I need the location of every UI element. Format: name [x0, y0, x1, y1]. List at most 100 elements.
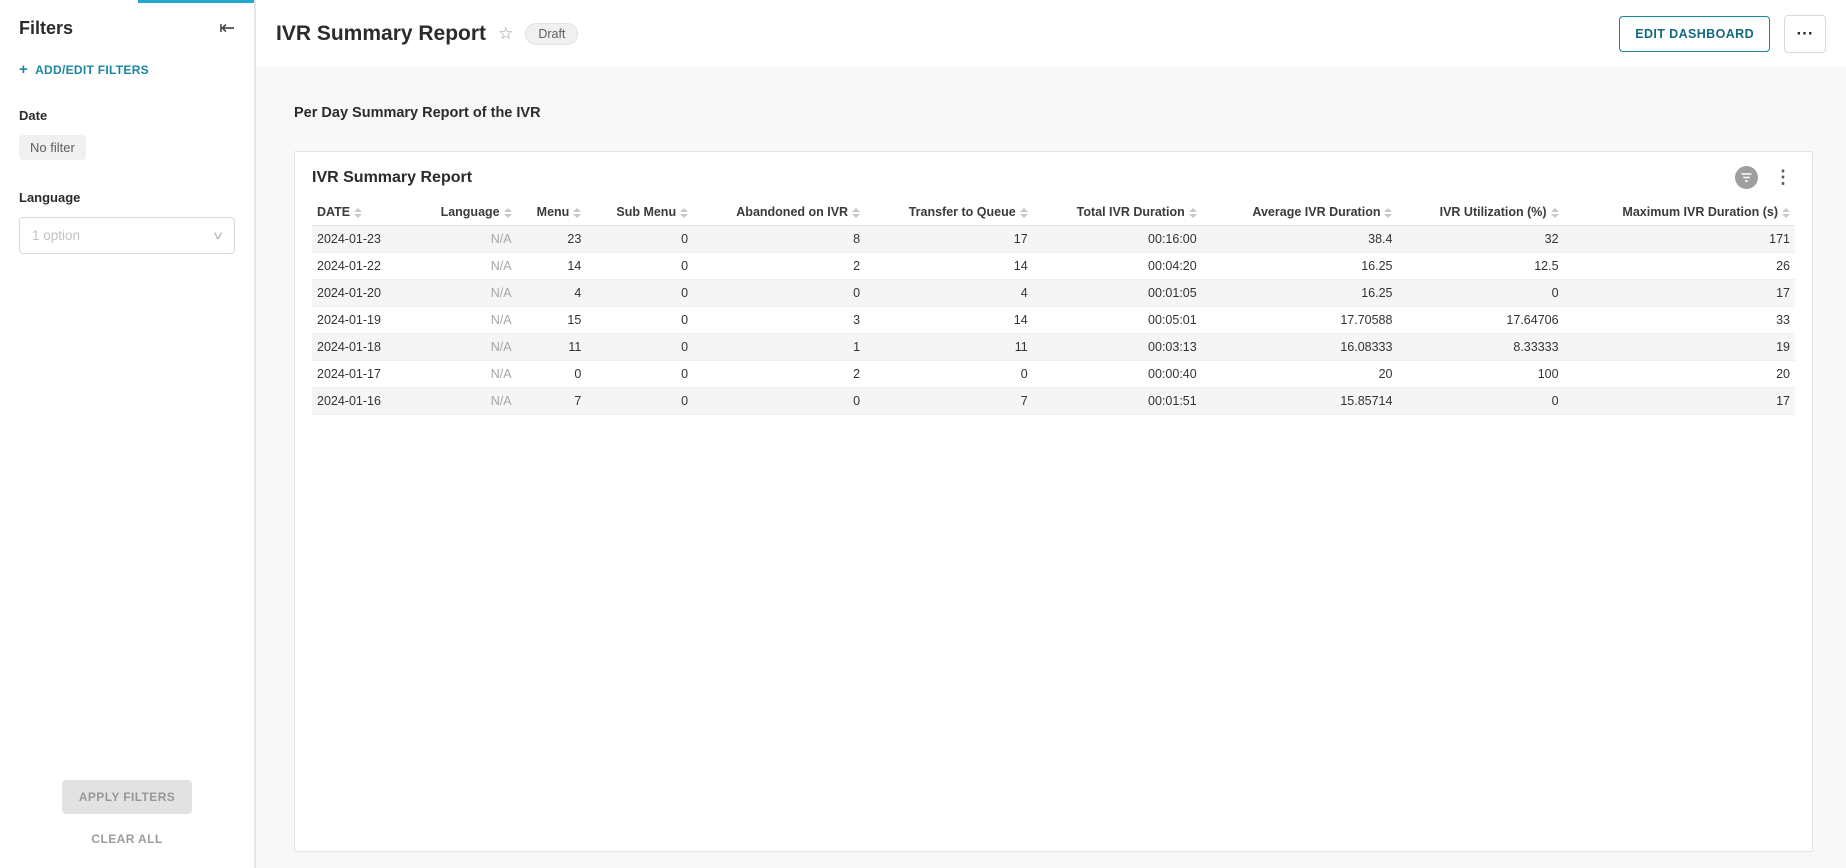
table-cell: 2024-01-19 — [312, 307, 432, 334]
filters-sidebar: Filters ⇤ + ADD/EDIT FILTERS Date No fil… — [0, 0, 256, 868]
table-cell: 17 — [1564, 388, 1795, 415]
dashboard-content: Per Day Summary Report of the IVR IVR Su… — [256, 67, 1846, 868]
collapse-sidebar-icon[interactable]: ⇤ — [219, 19, 235, 38]
table-cell: 33 — [1564, 307, 1795, 334]
table-cell: 19 — [1564, 334, 1795, 361]
page-title: IVR Summary Report — [276, 22, 486, 46]
table-cell: 0 — [586, 280, 693, 307]
table-cell: 23 — [517, 226, 587, 253]
table-cell: 11 — [865, 334, 1033, 361]
sort-icon[interactable] — [1189, 208, 1197, 218]
sort-icon[interactable] — [1551, 208, 1559, 218]
table-cell: 00:01:05 — [1033, 280, 1202, 307]
table-cell: 15 — [517, 307, 587, 334]
sort-icon[interactable] — [504, 208, 512, 218]
table-cell: 171 — [1564, 226, 1795, 253]
table-cell: 00:04:20 — [1033, 253, 1202, 280]
table-cell: 38.4 — [1202, 226, 1398, 253]
column-header[interactable]: DATE — [312, 199, 432, 226]
table-cell: 8 — [693, 226, 865, 253]
table-cell: 0 — [586, 388, 693, 415]
table-cell: 12.5 — [1397, 253, 1563, 280]
sidebar-accent-bar — [138, 0, 254, 3]
table-cell: 0 — [517, 361, 587, 388]
table-cell: 15.85714 — [1202, 388, 1398, 415]
table-row: 2024-01-20N/A400400:01:0516.25017 — [312, 280, 1795, 307]
table-row: 2024-01-18N/A11011100:03:1316.083338.333… — [312, 334, 1795, 361]
column-header[interactable]: Abandoned on IVR — [693, 199, 865, 226]
plus-icon: + — [19, 61, 28, 78]
table-cell: 2024-01-22 — [312, 253, 432, 280]
table-cell: 14 — [865, 253, 1033, 280]
more-options-button[interactable]: ··· — [1784, 15, 1826, 53]
table-cell: 1 — [693, 334, 865, 361]
table-cell: 0 — [693, 280, 865, 307]
table-cell: 00:00:40 — [1033, 361, 1202, 388]
cross-filter-icon[interactable] — [1735, 166, 1758, 189]
table-row: 2024-01-22N/A14021400:04:2016.2512.526 — [312, 253, 1795, 280]
table-cell: 3 — [693, 307, 865, 334]
table-cell: 16.25 — [1202, 253, 1398, 280]
add-edit-filters-button[interactable]: + ADD/EDIT FILTERS — [19, 61, 235, 78]
table-cell: N/A — [432, 361, 517, 388]
table-header-row: DATELanguageMenuSub MenuAbandoned on IVR… — [312, 199, 1795, 226]
favorite-star-icon[interactable]: ☆ — [498, 24, 513, 44]
table-row: 2024-01-23N/A23081700:16:0038.432171 — [312, 226, 1795, 253]
column-header[interactable]: Total IVR Duration — [1033, 199, 1202, 226]
table-row: 2024-01-19N/A15031400:05:0117.7058817.64… — [312, 307, 1795, 334]
table-cell: N/A — [432, 334, 517, 361]
table-cell: 2024-01-23 — [312, 226, 432, 253]
table-cell: N/A — [432, 226, 517, 253]
chart-menu-icon[interactable]: ⋮ — [1771, 167, 1795, 188]
table-cell: N/A — [432, 253, 517, 280]
main-area: IVR Summary Report ☆ Draft EDIT DASHBOAR… — [256, 0, 1846, 868]
table-cell: 0 — [586, 226, 693, 253]
chart-card: IVR Summary Report ⋮ DATELanguageMenuSub… — [294, 151, 1813, 852]
language-select-value: 1 option — [32, 228, 80, 243]
column-header[interactable]: Language — [432, 199, 517, 226]
column-header[interactable]: Maximum IVR Duration (s) — [1564, 199, 1795, 226]
table-cell: 00:03:13 — [1033, 334, 1202, 361]
table-cell: 2 — [693, 253, 865, 280]
sort-icon[interactable] — [354, 208, 362, 218]
table-cell: 0 — [586, 361, 693, 388]
clear-all-button[interactable]: CLEAR ALL — [0, 832, 254, 846]
table-body: 2024-01-23N/A23081700:16:0038.4321712024… — [312, 226, 1795, 415]
table-cell: 16.08333 — [1202, 334, 1398, 361]
filter-label-language: Language — [19, 190, 235, 205]
table-cell: 0 — [1397, 280, 1563, 307]
table-cell: 14 — [517, 253, 587, 280]
table-cell: 7 — [517, 388, 587, 415]
language-select[interactable]: 1 option ∨ — [19, 217, 235, 254]
sort-icon[interactable] — [1020, 208, 1028, 218]
table-cell: N/A — [432, 388, 517, 415]
ivr-summary-table: DATELanguageMenuSub MenuAbandoned on IVR… — [312, 199, 1795, 415]
column-header[interactable]: Menu — [517, 199, 587, 226]
table-cell: 32 — [1397, 226, 1563, 253]
table-cell: 2 — [693, 361, 865, 388]
sort-icon[interactable] — [573, 208, 581, 218]
table-cell: 0 — [586, 307, 693, 334]
column-header[interactable]: Average IVR Duration — [1202, 199, 1398, 226]
table-cell: 0 — [586, 253, 693, 280]
edit-dashboard-button[interactable]: EDIT DASHBOARD — [1619, 16, 1770, 52]
filter-label-date: Date — [19, 108, 235, 123]
table-cell: 0 — [693, 388, 865, 415]
column-header[interactable]: IVR Utilization (%) — [1397, 199, 1563, 226]
table-cell: 00:16:00 — [1033, 226, 1202, 253]
table-cell: 00:01:51 — [1033, 388, 1202, 415]
apply-filters-button[interactable]: APPLY FILTERS — [62, 780, 192, 814]
sort-icon[interactable] — [852, 208, 860, 218]
table-cell: 17 — [1564, 280, 1795, 307]
column-header[interactable]: Transfer to Queue — [865, 199, 1033, 226]
table-cell: 2024-01-17 — [312, 361, 432, 388]
sort-icon[interactable] — [1384, 208, 1392, 218]
column-header[interactable]: Sub Menu — [586, 199, 693, 226]
table-cell: 2024-01-18 — [312, 334, 432, 361]
sort-icon[interactable] — [1782, 208, 1790, 218]
table-cell: 20 — [1202, 361, 1398, 388]
add-edit-filters-label: ADD/EDIT FILTERS — [35, 63, 149, 77]
dashboard-header: IVR Summary Report ☆ Draft EDIT DASHBOAR… — [256, 0, 1846, 67]
table-cell: 11 — [517, 334, 587, 361]
sort-icon[interactable] — [680, 208, 688, 218]
